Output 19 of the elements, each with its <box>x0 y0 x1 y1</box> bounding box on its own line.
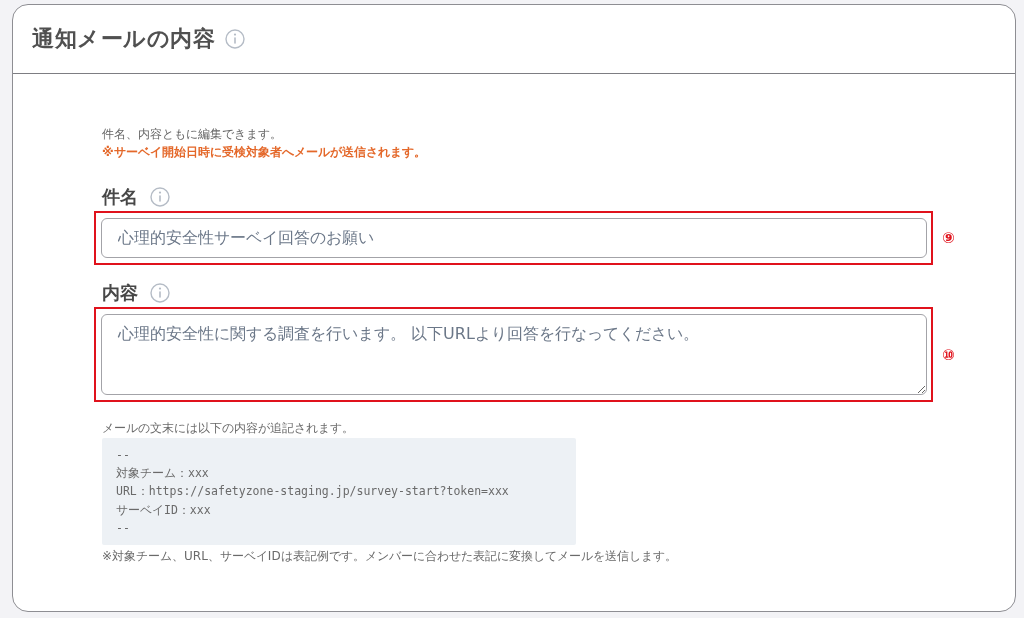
info-icon[interactable] <box>150 187 170 207</box>
code-line: URL：https://safetyzone-staging.jp/survey-start?token=xxx <box>116 483 510 501</box>
field-label: 内容 <box>102 281 138 305</box>
code-line: -- <box>116 519 131 537</box>
intro-text: 件名、内容ともに編集できます。 <box>102 126 283 143</box>
appendix-note: メールの文末には以下の内容が追記されます。 <box>102 420 355 436</box>
subject-input[interactable]: 心理的安全性サーベイ回答のお願い <box>101 218 927 258</box>
info-icon[interactable] <box>150 283 170 303</box>
annotation-number: ⑨ <box>942 229 955 247</box>
body-textarea[interactable]: 心理的安全性に関する調査を行います。 以下URLより回答を行なってください。 <box>101 314 927 395</box>
info-icon[interactable] <box>225 29 245 49</box>
warning-text: ※サーベイ開始日時に受検対象者へメールが送信されます。 <box>102 144 427 161</box>
annotation-number: ⑩ <box>942 345 955 364</box>
code-line: サーベイID：xxx <box>116 501 212 519</box>
code-line: 対象チーム：xxx <box>116 465 210 483</box>
footnote-text: ※対象チーム、URL、サーベイIDは表記例です。メンバーに合わせた表記に変換してメールを送信します。 <box>102 548 678 564</box>
panel-title: 通知メールの内容 <box>32 25 215 53</box>
code-line: -- <box>116 447 131 464</box>
field-label: 件名 <box>102 185 138 209</box>
